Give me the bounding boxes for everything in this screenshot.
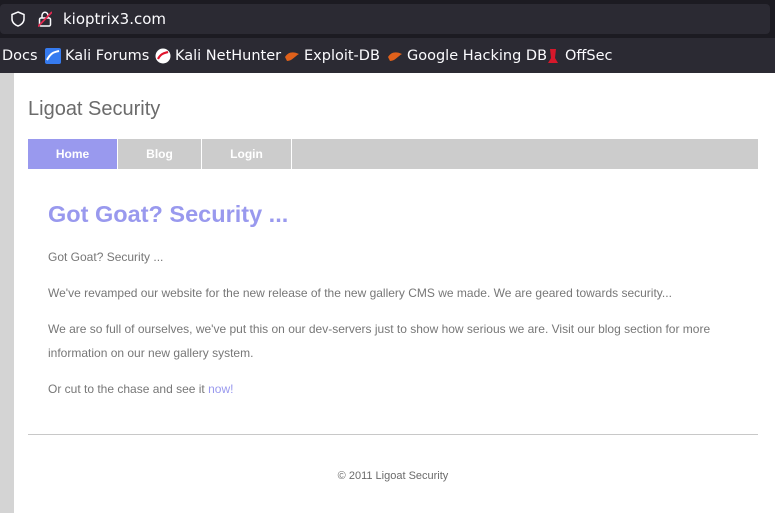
bookmarks-toolbar: Docs Kali Forums Kali NetHunter Exploit-… <box>0 38 775 73</box>
now-link[interactable]: now! <box>208 382 233 396</box>
web-page: Ligoat Security Home Blog Login Got Goat… <box>14 73 775 513</box>
shield-icon[interactable] <box>10 11 26 27</box>
footer-divider <box>28 434 758 435</box>
footer-copyright: © 2011 Ligoat Security <box>337 470 449 482</box>
bookmark-docs[interactable]: Docs <box>2 46 38 66</box>
browser-toolbar: kioptrix3.com <box>0 0 775 38</box>
bookmark-label: Exploit-DB <box>304 48 380 64</box>
kali-nethunter-icon <box>155 48 171 64</box>
bookmark-label: Kali Forums <box>65 48 150 64</box>
bookmark-offsec[interactable]: OffSec <box>545 46 613 66</box>
bookmark-label: Kali NetHunter <box>175 48 282 64</box>
bookmark-exploit-db[interactable]: Exploit-DB <box>284 46 380 66</box>
bookmark-google-hacking-db[interactable]: Google Hacking DB <box>387 46 547 66</box>
bookmark-kali-forums[interactable]: Kali Forums <box>45 46 149 66</box>
revamp-paragraph: We've revamped our website for the new r… <box>48 286 672 300</box>
bookmark-kali-nethunter[interactable]: Kali NetHunter <box>155 46 281 66</box>
nav-blog[interactable]: Blog <box>118 139 202 169</box>
bookmark-label: OffSec <box>565 48 613 64</box>
nav-home[interactable]: Home <box>28 139 118 169</box>
google-hacking-db-icon <box>388 52 402 61</box>
url-text[interactable]: kioptrix3.com <box>63 9 166 29</box>
bookmark-label: Google Hacking DB <box>407 48 548 64</box>
cta-paragraph: Or cut to the chase and see it now! <box>48 377 728 401</box>
site-title: Ligoat Security <box>28 98 161 120</box>
url-bar[interactable]: kioptrix3.com <box>0 4 770 34</box>
kali-forums-icon <box>45 48 61 64</box>
nav-login[interactable]: Login <box>202 139 292 169</box>
bookmark-label: Docs <box>2 48 38 64</box>
cta-text: Or cut to the chase and see it <box>48 382 209 396</box>
main-nav: Home Blog Login <box>28 139 758 169</box>
offsec-icon <box>548 49 558 63</box>
intro-paragraph: Got Goat? Security ... <box>48 250 164 264</box>
insecure-lock-icon[interactable] <box>38 11 52 27</box>
exploit-db-icon <box>285 52 299 61</box>
dev-server-paragraph: We are so full of ourselves, we've put t… <box>48 322 711 360</box>
page-heading: Got Goat? Security ... <box>48 201 289 227</box>
